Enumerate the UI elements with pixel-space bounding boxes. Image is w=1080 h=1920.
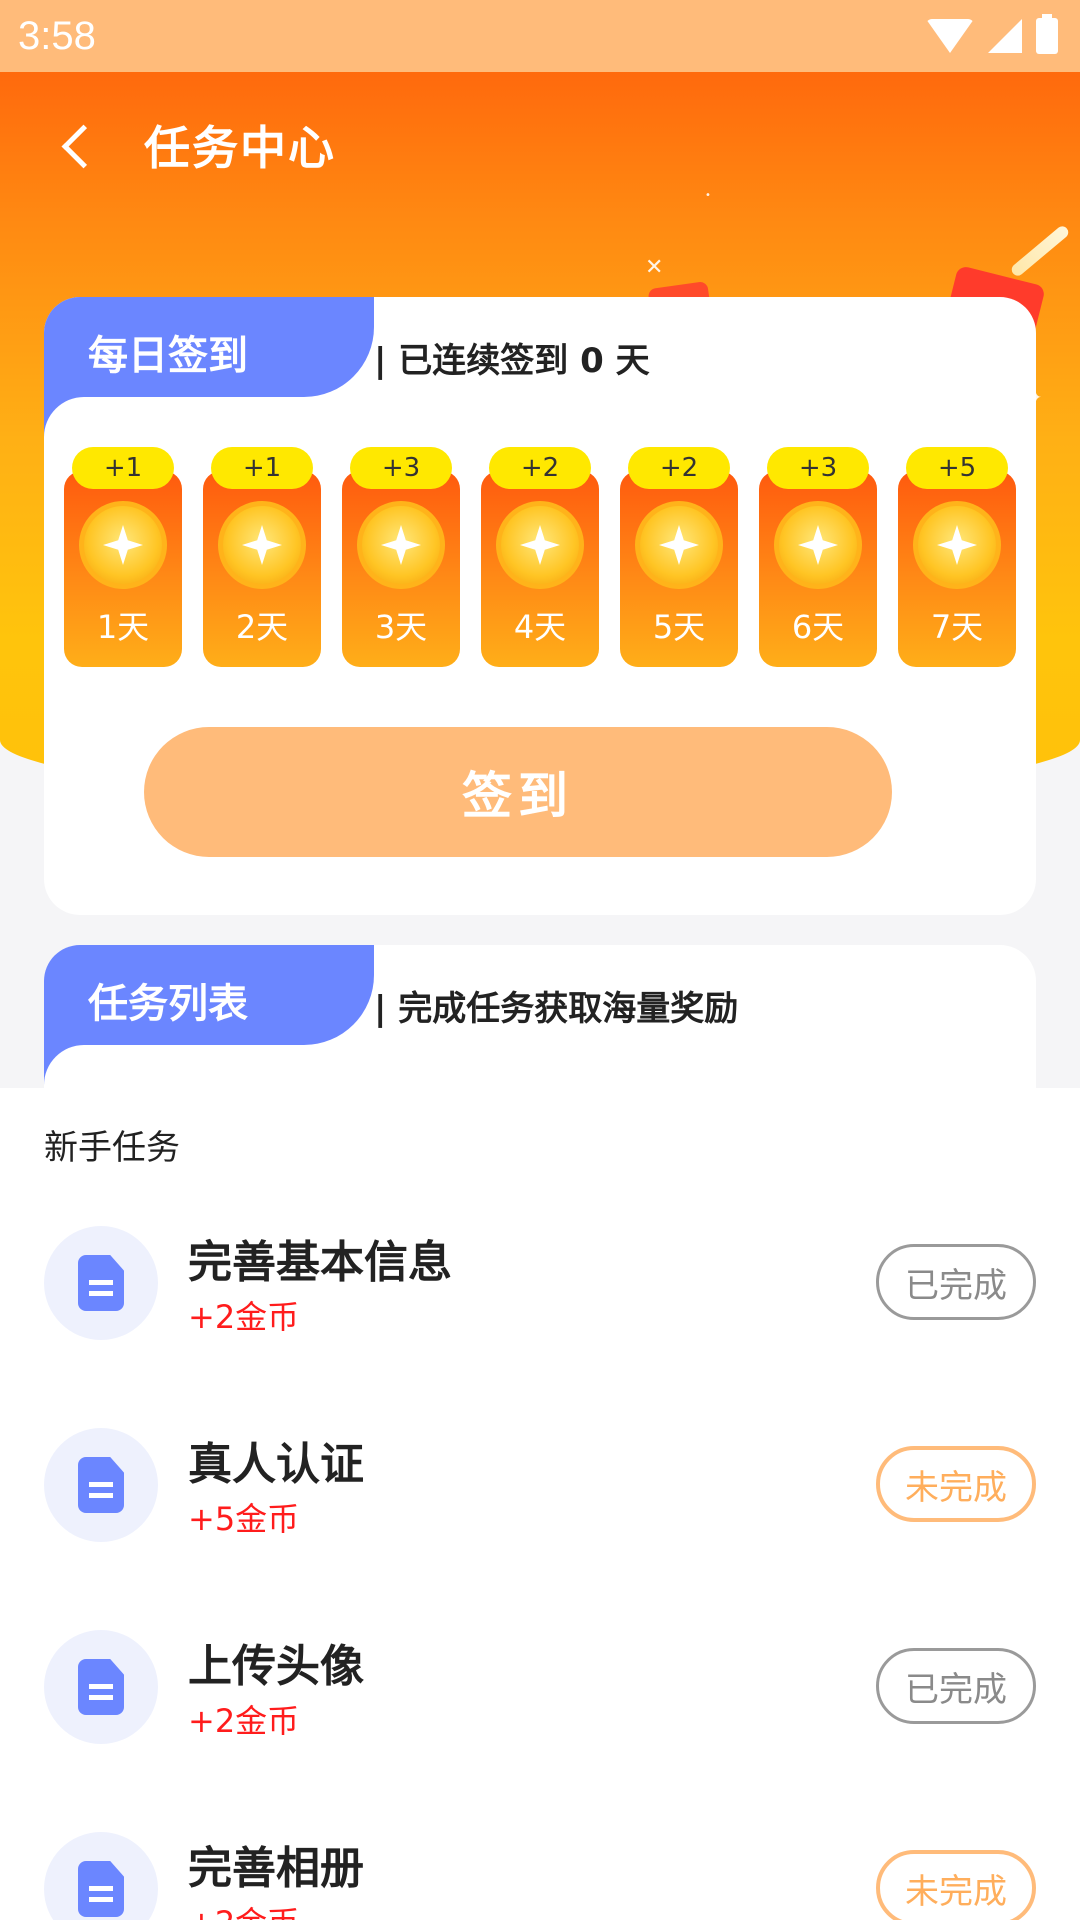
streak-prefix: | 已连续签到 [374,341,581,381]
document-icon [78,1457,124,1513]
task-row[interactable]: 真人认证 +5金币 未完成 [44,1428,1036,1548]
coin-star-icon [520,525,560,565]
task-row[interactable]: 完善相册 +2金币 未完成 [44,1832,1036,1920]
signin-streak-text: | 已连续签到 0 天 [374,333,650,382]
coin-icon [913,501,1001,589]
signin-day-1[interactable]: +1 1天 [64,447,182,667]
coin-star-icon [242,525,282,565]
coin-star-icon [103,525,143,565]
task-name: 完善相册 [188,1843,364,1894]
task-status-button[interactable]: 未完成 [876,1850,1036,1920]
task-row[interactable]: 完善基本信息 +2金币 已完成 [44,1226,1036,1346]
page-title: 任务中心 [144,120,336,175]
task-list-subtitle: | 完成任务获取海量奖励 [374,989,739,1029]
day-label: 7天 [930,608,984,646]
status-bar: 3:58 [0,0,1080,72]
task-reward: +5金币 [188,1500,300,1538]
battery-icon [1036,14,1058,54]
signin-day-3[interactable]: +3 3天 [342,447,460,667]
task-list-tab-label: 任务列表 [44,945,374,1085]
task-reward: +2金币 [188,1702,300,1740]
day-reward-badge: +3 [350,447,452,489]
signin-days-row: +1 1天 +1 2天 +3 3天 +2 4天 +2 5天 +3 6天 +5 7… [64,447,1016,667]
signin-day-4[interactable]: +2 4天 [481,447,599,667]
task-name: 上传头像 [188,1641,364,1692]
task-icon-circle [44,1832,158,1920]
signin-day-7[interactable]: +5 7天 [898,447,1016,667]
status-icons [926,14,1058,54]
coin-icon [774,501,862,589]
streak-days-count: 0 [580,341,604,381]
day-reward-badge: +1 [211,447,313,489]
coin-icon [79,501,167,589]
section-title-newbie: 新手任务 [44,1128,180,1168]
day-reward-badge: +1 [72,447,174,489]
document-icon [78,1861,124,1917]
coin-star-icon [798,525,838,565]
task-reward: +2金币 [188,1298,300,1336]
back-arrow-icon[interactable] [60,125,100,165]
task-status-button[interactable]: 已完成 [876,1244,1036,1320]
task-name: 真人认证 [188,1439,364,1490]
day-reward-badge: +5 [906,447,1008,489]
document-icon [78,1659,124,1715]
day-reward-badge: +3 [767,447,869,489]
day-label: 2天 [235,608,289,646]
task-icon-circle [44,1226,158,1340]
task-name: 完善基本信息 [188,1237,452,1288]
coin-star-icon [659,525,699,565]
signin-day-6[interactable]: +3 6天 [759,447,877,667]
signin-button[interactable]: 签到 [144,727,892,857]
task-icon-circle [44,1428,158,1542]
document-icon [78,1255,124,1311]
sparkle-decoration: ✕ [645,255,664,280]
wifi-icon [926,19,974,53]
coin-icon [496,501,584,589]
day-reward-badge: +2 [628,447,730,489]
task-row[interactable]: 上传头像 +2金币 已完成 [44,1630,1036,1750]
coin-star-icon [381,525,421,565]
signin-day-2[interactable]: +1 2天 [203,447,321,667]
task-status-button[interactable]: 已完成 [876,1648,1036,1724]
coin-star-icon [937,525,977,565]
day-label: 3天 [374,608,428,646]
signin-day-5[interactable]: +2 5天 [620,447,738,667]
day-reward-badge: +2 [489,447,591,489]
status-time: 3:58 [18,13,96,58]
coin-icon [635,501,723,589]
task-icon-circle [44,1630,158,1744]
coin-icon [357,501,445,589]
task-reward: +2金币 [188,1898,299,1920]
coin-icon [218,501,306,589]
day-label: 5天 [652,608,706,646]
signal-icon [988,19,1022,53]
signin-tab-label: 每日签到 [44,297,374,437]
day-label: 1天 [96,608,150,646]
streak-suffix: 天 [603,341,650,381]
task-panel: 新手任务 完善基本信息 +2金币 已完成 真人认证 +5金币 未完成 上传头像 … [0,1088,1080,1920]
task-status-button[interactable]: 未完成 [876,1446,1036,1522]
daily-signin-card: 每日签到 | 已连续签到 0 天 +1 1天 +1 2天 +3 3天 +2 4天 [44,297,1036,915]
day-label: 4天 [513,608,567,646]
gold-stick-decoration [1009,223,1071,279]
title-bar: 任务中心 [0,72,1080,217]
day-label: 6天 [791,608,845,646]
